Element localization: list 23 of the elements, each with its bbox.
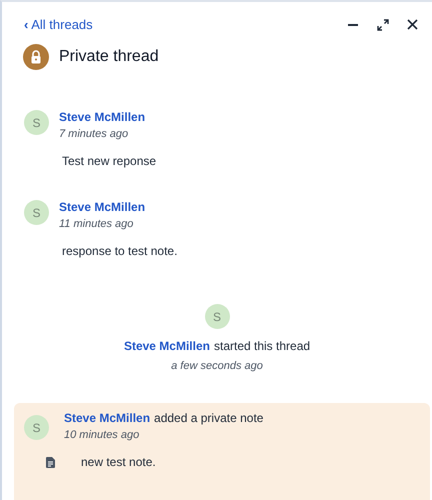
document-icon [46,456,55,468]
avatar: S [204,304,230,329]
author-link[interactable]: Steve McMillen [59,110,146,124]
timestamp: 10 minutes ago [64,429,140,441]
back-link[interactable]: ‹ All threads [24,17,93,32]
event-text: added a private note [154,411,264,425]
padlock-icon [23,44,49,70]
thread-title: Private thread [59,48,159,66]
avatar: S [24,110,49,135]
timestamp: 11 minutes ago [59,218,134,230]
expand-icon[interactable] [377,18,389,30]
note-text: new test note. [81,455,156,469]
author-link[interactable]: Steve McMillen [64,411,150,425]
avatar: S [24,415,49,440]
avatar: S [24,200,49,225]
message-text: Test new reponse [62,154,156,168]
event-text: started this thread [214,339,310,353]
timestamp: a few seconds ago [171,360,263,372]
close-icon[interactable] [407,19,418,30]
timestamp: 7 minutes ago [59,128,128,140]
author-link[interactable]: Steve McMillen [124,339,210,353]
message-text: response to test note. [62,244,178,258]
author-link[interactable]: Steve McMillen [59,200,146,214]
